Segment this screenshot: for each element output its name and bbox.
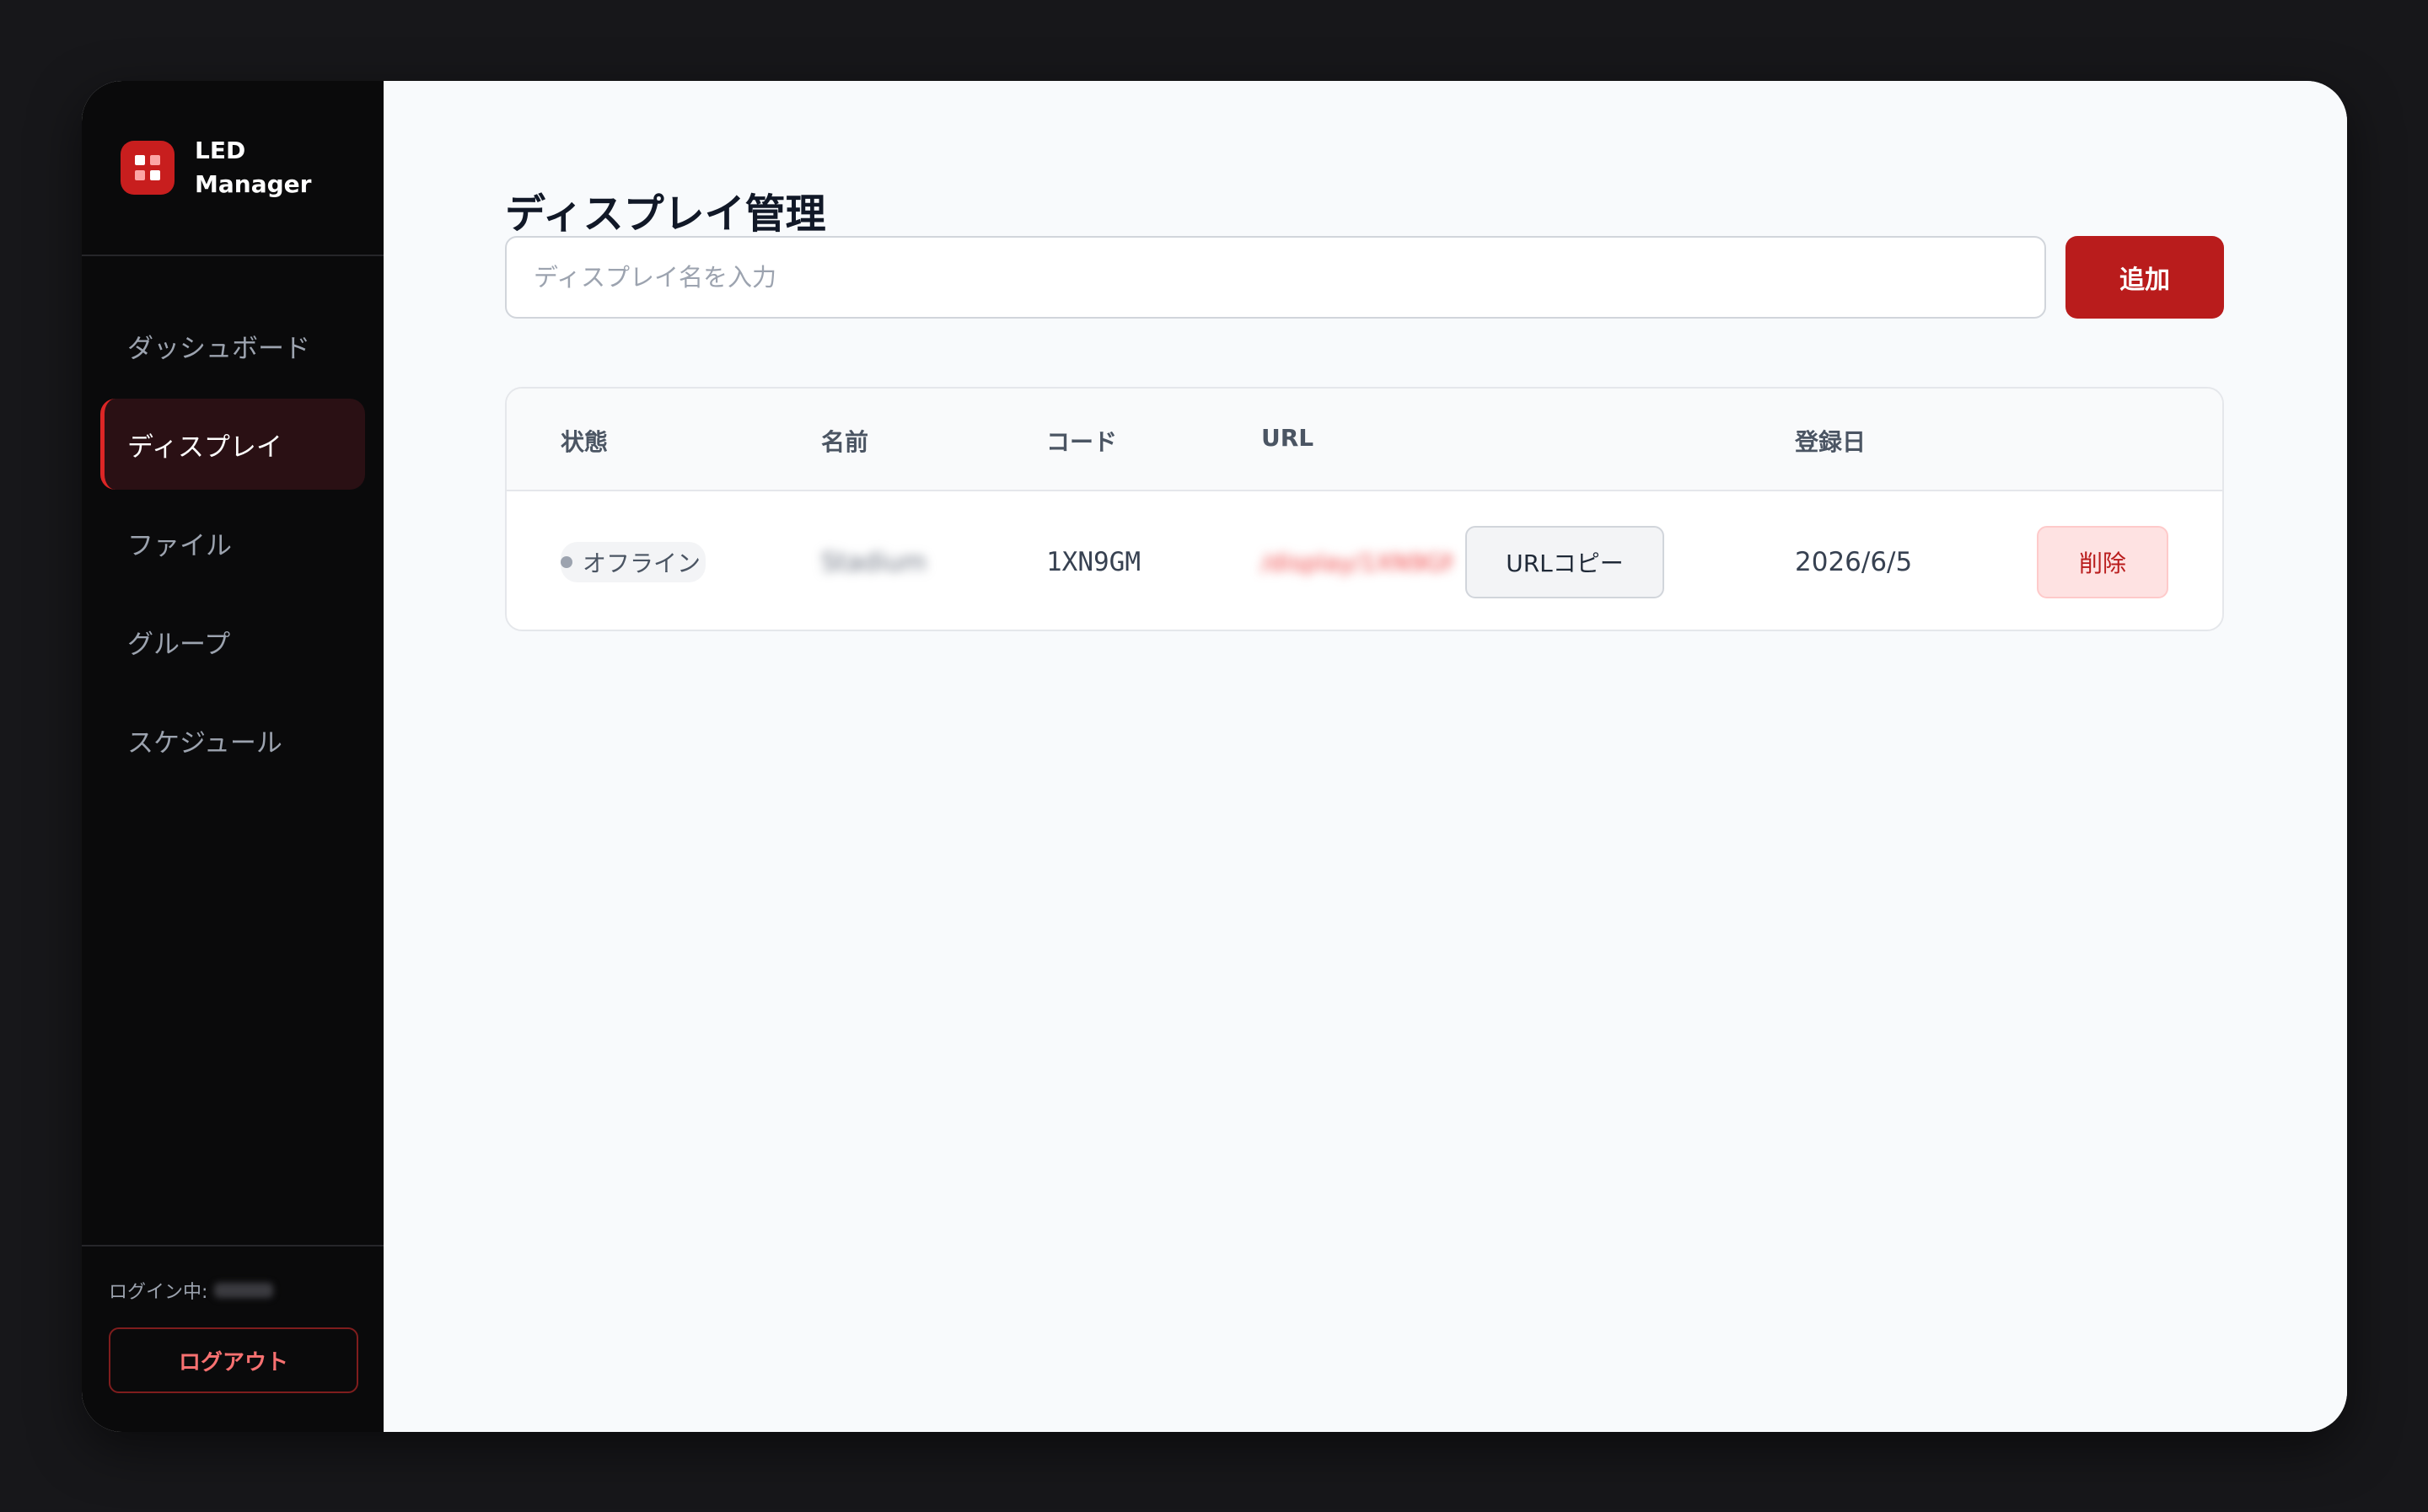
display-url-redacted[interactable]: /display/1XN9GM xyxy=(1261,549,1452,576)
main-content: ディスプレイ管理 追加 状態 名前 コード URL 登録日 オフライン S xyxy=(384,81,2347,1432)
display-code: 1XN9GM xyxy=(1046,547,1141,577)
delete-cell: 削除 xyxy=(2037,491,2168,630)
table-row: オフライン Stadium 1XN9GM /display/1XN9GM URL… xyxy=(507,491,2222,630)
code-cell: 1XN9GM xyxy=(1046,491,1141,630)
display-table: 状態 名前 コード URL 登録日 オフライン Stadium 1XN9GM /… xyxy=(505,387,2224,631)
sidebar-item-display[interactable]: ディスプレイ xyxy=(100,399,365,490)
header-name: 名前 xyxy=(821,428,869,456)
offline-dot-icon xyxy=(561,556,572,568)
sidebar-item-files[interactable]: ファイル xyxy=(100,497,365,588)
login-label: ログイン中: xyxy=(109,1282,208,1303)
table-header: 状態 名前 コード URL 登録日 xyxy=(507,389,2222,491)
display-name-redacted: Stadium xyxy=(821,547,927,577)
login-status: ログイン中: xyxy=(109,1277,357,1304)
header-date: 登録日 xyxy=(1795,428,1867,456)
sidebar: LED Manager ダッシュボード ディスプレイ ファイル グループ スケジ… xyxy=(82,81,384,1432)
delete-button[interactable]: 削除 xyxy=(2037,526,2168,598)
add-button[interactable]: 追加 xyxy=(2065,236,2224,319)
sidebar-item-groups[interactable]: グループ xyxy=(100,596,365,687)
brand: LED Manager xyxy=(82,81,384,256)
header-code: コード xyxy=(1046,428,1118,456)
status-badge: オフライン xyxy=(561,542,706,582)
registered-date: 2026/6/5 xyxy=(1795,547,1913,577)
url-cell: /display/1XN9GM xyxy=(1261,491,1452,630)
logout-button[interactable]: ログアウト xyxy=(109,1327,358,1393)
status-text: オフライン xyxy=(583,550,701,577)
date-cell: 2026/6/5 xyxy=(1795,491,1913,630)
sidebar-footer: ログイン中: ログアウト xyxy=(82,1245,384,1432)
status-cell: オフライン xyxy=(561,491,706,630)
sidebar-item-dashboard[interactable]: ダッシュボード xyxy=(100,300,365,391)
sidebar-item-schedule[interactable]: スケジュール xyxy=(100,694,365,785)
sidebar-nav: ダッシュボード ディスプレイ ファイル グループ スケジュール xyxy=(82,300,384,785)
login-username-redacted xyxy=(214,1283,274,1298)
copy-url-button[interactable]: URLコピー xyxy=(1465,526,1664,598)
copy-cell: URLコピー xyxy=(1465,491,1664,630)
page-title: ディスプレイ管理 xyxy=(505,190,826,238)
header-url: URL xyxy=(1261,424,1314,452)
app-window: LED Manager ダッシュボード ディスプレイ ファイル グループ スケジ… xyxy=(82,81,2347,1432)
display-name-input[interactable] xyxy=(505,236,2046,319)
grid-icon xyxy=(121,141,175,195)
header-status: 状態 xyxy=(561,428,609,456)
name-cell: Stadium xyxy=(821,491,927,630)
brand-name: LED Manager xyxy=(195,137,312,198)
